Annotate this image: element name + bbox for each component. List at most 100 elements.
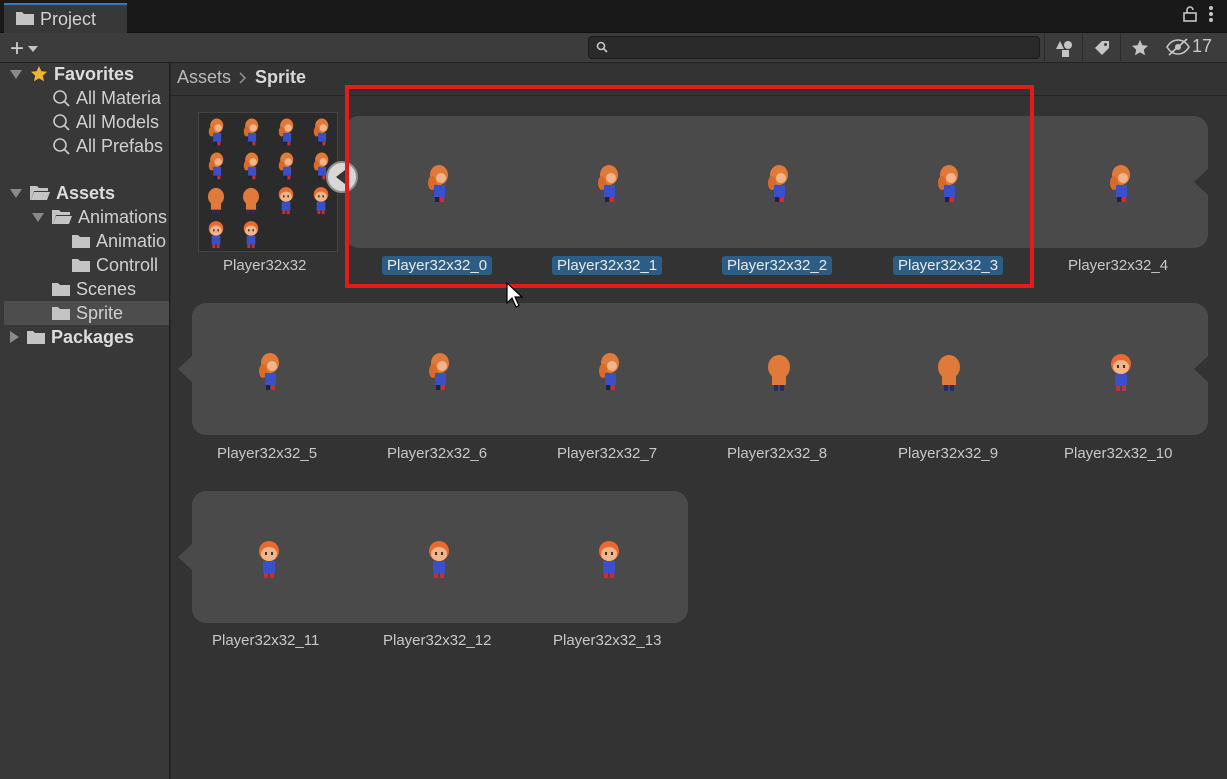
- breadcrumb: Assets Sprite: [177, 67, 306, 88]
- tree-label: Favorites: [54, 63, 135, 84]
- search-input[interactable]: [613, 39, 1033, 56]
- lock-icon[interactable]: [1183, 6, 1197, 27]
- collapse-arrow-icon[interactable]: [10, 331, 19, 343]
- divider: [171, 95, 1227, 96]
- project-toolbar: + 17: [0, 33, 1227, 63]
- sprite-thumbnail[interactable]: [764, 163, 792, 207]
- expand-arrow-icon[interactable]: [10, 69, 22, 79]
- sub-asset-strip: [192, 303, 1208, 435]
- asset-label[interactable]: Player32x32_13: [553, 632, 661, 649]
- tree-item-controller[interactable]: Controll: [72, 253, 158, 277]
- tree-item-all-materials[interactable]: All Materia: [52, 86, 161, 110]
- sprite-thumbnail[interactable]: [1106, 163, 1134, 207]
- asset-label[interactable]: Player32x32_7: [557, 445, 657, 462]
- sprite-cell: [208, 152, 224, 180]
- tree-item-animations[interactable]: Animations: [32, 205, 167, 229]
- tree-assets[interactable]: Assets: [10, 181, 115, 205]
- asset-label[interactable]: Player32x32_2: [722, 256, 833, 275]
- tree-label: Scenes: [76, 278, 137, 299]
- eye-slash-icon: [1166, 37, 1190, 56]
- tree-favorites[interactable]: Favorites: [10, 63, 134, 86]
- tree-label: Packages: [51, 326, 135, 347]
- sprite-cell: [208, 221, 224, 249]
- sprite-thumbnail[interactable]: [594, 163, 622, 207]
- sprite-thumbnail[interactable]: [935, 351, 963, 395]
- asset-label[interactable]: Player32x32_8: [727, 445, 827, 462]
- sprite-cell: [208, 187, 224, 215]
- tree-item-animation[interactable]: Animatio: [72, 229, 166, 253]
- mouse-cursor-icon: [506, 282, 524, 308]
- sprite-thumbnail[interactable]: [595, 538, 623, 582]
- search-field[interactable]: [588, 36, 1040, 59]
- asset-browser: Assets Sprite Player32x32 Player32x32_0 …: [171, 63, 1227, 779]
- asset-label[interactable]: Player32x32_3: [893, 256, 1004, 275]
- star-icon: [30, 65, 48, 83]
- asset-label[interactable]: Player32x32_0: [382, 256, 493, 275]
- folder-icon: [72, 258, 90, 272]
- hidden-packages-toggle[interactable]: 17: [1166, 36, 1212, 57]
- asset-label[interactable]: Player32x32_11: [212, 632, 319, 649]
- sprite-thumbnail[interactable]: [1107, 351, 1135, 395]
- breadcrumb-current[interactable]: Sprite: [255, 67, 306, 88]
- more-options-icon[interactable]: [1209, 6, 1213, 27]
- tree-label: Animatio: [96, 230, 167, 251]
- tree-label: All Materia: [76, 87, 162, 108]
- search-icon: [52, 137, 70, 155]
- sprite-cell: [313, 118, 329, 146]
- sprite-thumbnail[interactable]: [934, 163, 962, 207]
- favorites-filter-button[interactable]: [1120, 34, 1158, 61]
- asset-label[interactable]: Player32x32_5: [217, 445, 317, 462]
- sprite-sheet-image: [208, 118, 329, 249]
- asset-label[interactable]: Player32x32_9: [898, 445, 998, 462]
- tree-item-all-prefabs[interactable]: All Prefabs: [52, 134, 163, 158]
- tag-icon: [1094, 40, 1109, 55]
- sprite-thumbnail[interactable]: [424, 163, 452, 207]
- expand-arrow-icon[interactable]: [32, 212, 44, 222]
- search-icon: [596, 41, 608, 53]
- folder-open-icon: [52, 209, 72, 225]
- tree-label: Assets: [56, 182, 116, 203]
- tree-item-scenes[interactable]: Scenes: [52, 277, 136, 301]
- tree-label: All Models: [76, 111, 160, 132]
- sprite-thumbnail[interactable]: [255, 351, 283, 395]
- star-icon: [1131, 39, 1148, 55]
- chevron-right-icon: [239, 71, 247, 84]
- folder-open-icon: [30, 185, 50, 201]
- strip-notch: [1194, 356, 1208, 382]
- project-tab[interactable]: Project: [4, 3, 127, 33]
- tree-label: Sprite: [76, 302, 124, 323]
- collapse-sprites-button[interactable]: [326, 161, 358, 193]
- asset-label[interactable]: Player32x32_4: [1068, 257, 1168, 274]
- sprite-thumbnail[interactable]: [595, 351, 623, 395]
- sprite-thumbnail[interactable]: [765, 351, 793, 395]
- strip-notch: [178, 356, 192, 382]
- strip-notch: [1194, 169, 1208, 195]
- search-by-type-button[interactable]: [1044, 34, 1082, 61]
- tree-item-sprite[interactable]: Sprite: [4, 301, 169, 325]
- window-tab-bar: Project: [0, 0, 1227, 33]
- breadcrumb-root[interactable]: Assets: [177, 67, 231, 88]
- tree-label: Animations: [78, 206, 168, 227]
- asset-label[interactable]: Player32x32_12: [383, 632, 491, 649]
- asset-label[interactable]: Player32x32_1: [552, 256, 663, 275]
- asset-label[interactable]: Player32x32_6: [387, 445, 487, 462]
- shapes-icon: [1055, 40, 1072, 57]
- plus-icon: +: [10, 35, 25, 62]
- sprite-cell: [243, 118, 259, 146]
- sprite-thumbnail[interactable]: [425, 538, 453, 582]
- expand-arrow-icon[interactable]: [10, 188, 22, 198]
- folder-icon: [52, 282, 70, 296]
- tree-item-all-models[interactable]: All Models: [52, 110, 159, 134]
- asset-label: Player32x32: [223, 257, 307, 274]
- sprite-sheet-thumbnail[interactable]: [198, 112, 338, 252]
- folder-icon: [16, 9, 34, 30]
- tree-packages[interactable]: Packages: [10, 325, 134, 349]
- sprite-thumbnail[interactable]: [425, 351, 453, 395]
- sprite-cell: [243, 152, 259, 180]
- search-by-label-button[interactable]: [1082, 34, 1120, 61]
- sprite-thumbnail[interactable]: [255, 538, 283, 582]
- sprite-cell: [278, 152, 294, 180]
- create-button[interactable]: +: [10, 35, 39, 63]
- folder-tree: Favorites All Materia All Models All Pre…: [0, 63, 170, 779]
- asset-label[interactable]: Player32x32_10: [1064, 445, 1172, 462]
